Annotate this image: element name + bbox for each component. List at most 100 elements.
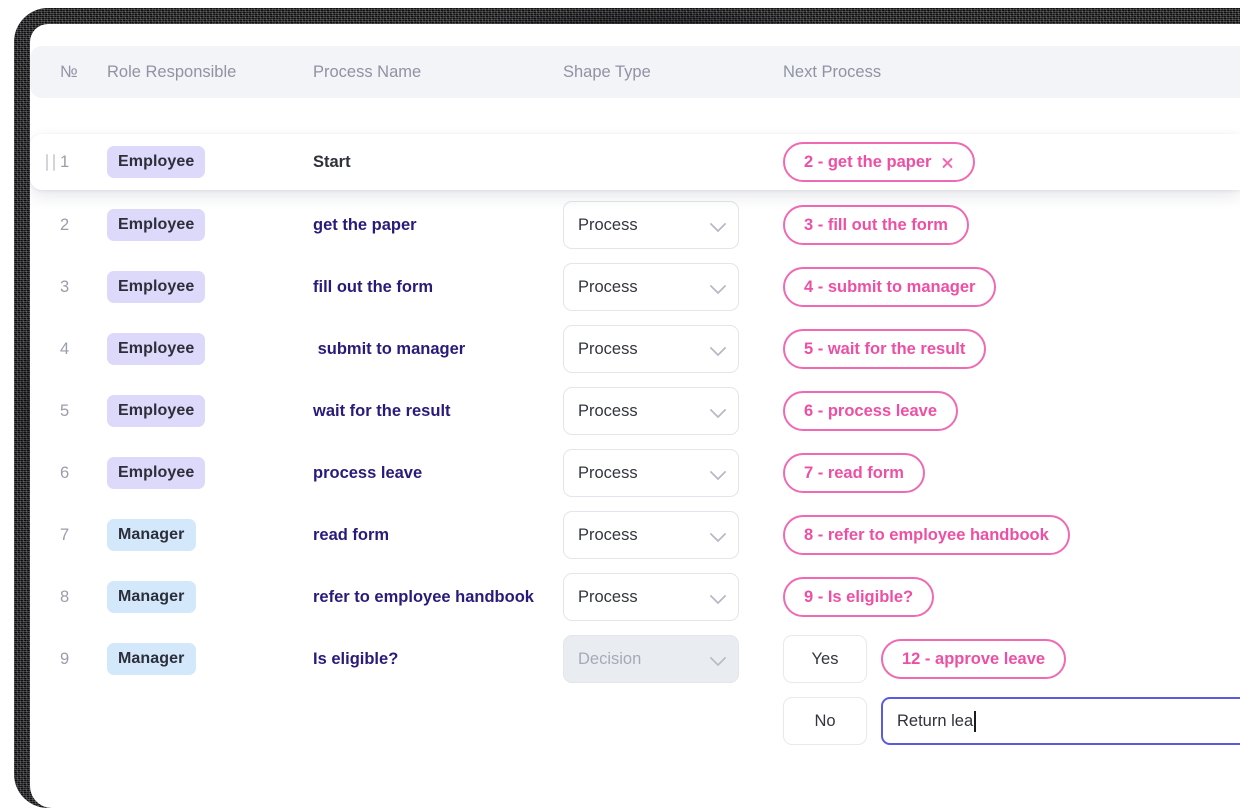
role-badge[interactable]: Employee <box>107 395 205 427</box>
next-process-cell: 9 - Is eligible? <box>783 569 1240 625</box>
yes-next-process-pill[interactable]: 12 - approve leave <box>881 639 1066 679</box>
next-process-cell: 4 - submit to manager <box>783 259 1240 315</box>
process-name[interactable]: get the paper <box>313 216 417 235</box>
next-process-pill[interactable]: 5 - wait for the result <box>783 329 986 369</box>
close-icon[interactable] <box>941 156 954 169</box>
row-number: 7 <box>60 526 69 545</box>
process-table-panel: № Role Responsible Process Name Shape Ty… <box>30 24 1240 764</box>
process-name[interactable]: refer to employee handbook <box>313 588 534 607</box>
next-process-pill[interactable]: 6 - process leave <box>783 391 958 431</box>
next-process-pill[interactable]: 2 - get the paper <box>783 142 975 182</box>
role-cell: Employee <box>107 445 307 501</box>
process-name-cell[interactable]: get the paper <box>313 197 561 253</box>
no-button[interactable]: No <box>783 697 867 745</box>
next-process-label: 4 - submit to manager <box>804 278 975 297</box>
column-header-number[interactable]: № <box>60 46 78 98</box>
table-row[interactable]: 1 Employee Start 2 - get the paper <box>30 134 1240 190</box>
shape-type-select[interactable]: Process <box>563 511 739 559</box>
table-row[interactable]: 4 Employee submit to manager Process 5 - wa… <box>30 321 1240 377</box>
shape-type-select[interactable]: Process <box>563 573 739 621</box>
role-badge[interactable]: Manager <box>107 519 196 551</box>
next-process-label: 7 - read form <box>804 464 904 483</box>
next-process-cell: 2 - get the paper <box>783 134 1240 190</box>
column-header-shape-type[interactable]: Shape Type <box>563 46 651 98</box>
row-number: 5 <box>60 402 69 421</box>
column-header-next-process[interactable]: Next Process <box>783 46 881 98</box>
no-branch-cell: No Return lea <box>783 693 1240 749</box>
row-number: 1 <box>60 153 69 172</box>
table-row[interactable]: 2Employee get the paper Process 3 - fill ou… <box>30 197 1240 253</box>
role-badge[interactable]: Manager <box>107 581 196 613</box>
shape-type-value: Process <box>578 340 638 359</box>
next-process-pill[interactable]: 8 - refer to employee handbook <box>783 515 1070 555</box>
shape-type-cell: Process <box>563 383 779 439</box>
next-process-cell: 3 - fill out the form <box>783 197 1240 253</box>
process-name[interactable]: Start <box>313 153 351 172</box>
shape-type-select[interactable]: Process <box>563 449 739 497</box>
table-header-row: № Role Responsible Process Name Shape Ty… <box>30 46 1240 98</box>
row-number-cell: 3 <box>60 259 108 315</box>
role-badge[interactable]: Employee <box>107 209 205 241</box>
column-header-role[interactable]: Role Responsible <box>107 46 236 98</box>
table-row[interactable]: 6Employee process leave Process 7 - read fo… <box>30 445 1240 501</box>
process-name-cell[interactable]: read form <box>313 507 561 563</box>
table-row[interactable]: 3Employee fill out the form Process 4 - sub… <box>30 259 1240 315</box>
drag-handle-icon[interactable] <box>46 154 55 171</box>
process-name[interactable]: wait for the result <box>313 402 451 421</box>
role-badge[interactable]: Employee <box>107 146 205 178</box>
next-process-pill[interactable]: 9 - Is eligible? <box>783 577 934 617</box>
next-process-label: 6 - process leave <box>804 402 937 421</box>
process-name[interactable]: process leave <box>313 464 422 483</box>
row-number-cell: 2 <box>60 197 108 253</box>
role-cell: Employee <box>107 197 307 253</box>
next-process-cell: 5 - wait for the result <box>783 321 1240 377</box>
shape-type-value: Process <box>578 278 638 297</box>
shape-type-select[interactable]: Process <box>563 201 739 249</box>
role-badge[interactable]: Employee <box>107 333 205 365</box>
process-name[interactable]: fill out the form <box>313 278 433 297</box>
yes-button[interactable]: Yes <box>783 635 867 683</box>
process-name-cell[interactable]: process leave <box>313 445 561 501</box>
role-badge[interactable]: Employee <box>107 457 205 489</box>
decision-branch-yes: Yes 12 - approve leave <box>30 631 1240 687</box>
table-row[interactable]: 8 Manager refer to employee handbook Proces… <box>30 569 1240 625</box>
shape-type-value: Process <box>578 526 638 545</box>
chevron-down-icon <box>710 216 727 233</box>
shape-type-cell: Process <box>563 569 779 625</box>
next-process-pill[interactable]: 3 - fill out the form <box>783 205 969 245</box>
process-name-cell[interactable]: wait for the result <box>313 383 561 439</box>
row-number-cell: 4 <box>60 321 108 377</box>
shape-type-value: Process <box>578 464 638 483</box>
next-process-label: 3 - fill out the form <box>804 216 948 235</box>
row-number: 8 <box>60 588 69 607</box>
next-process-label: 8 - refer to employee handbook <box>804 526 1049 545</box>
shape-type-cell: Process <box>563 259 779 315</box>
role-cell: Employee <box>107 321 307 377</box>
shape-type-select[interactable]: Process <box>563 387 739 435</box>
process-name-cell[interactable]: Start <box>313 134 561 190</box>
role-cell: Manager <box>107 507 307 563</box>
process-name[interactable]: submit to manager <box>313 340 465 359</box>
next-process-pill[interactable]: 7 - read form <box>783 453 925 493</box>
process-name-cell[interactable]: refer to employee handbook <box>313 569 561 625</box>
role-cell: Employee <box>107 383 307 439</box>
next-process-label: 2 - get the paper <box>804 153 931 172</box>
process-name-cell[interactable]: submit to manager <box>313 321 561 377</box>
shape-type-cell <box>563 134 779 190</box>
column-header-process-name[interactable]: Process Name <box>313 46 421 98</box>
process-name[interactable]: read form <box>313 526 389 545</box>
yes-next-process-label: 12 - approve leave <box>902 650 1045 669</box>
shape-type-value: Process <box>578 588 638 607</box>
process-name-cell[interactable]: fill out the form <box>313 259 561 315</box>
row-number: 4 <box>60 340 69 359</box>
no-next-process-input[interactable]: Return lea <box>881 697 1240 745</box>
next-process-pill[interactable]: 4 - submit to manager <box>783 267 996 307</box>
shape-type-select[interactable]: Process <box>563 325 739 373</box>
row-number-cell: 6 <box>60 445 108 501</box>
decision-branch-no: No Return lea <box>30 693 1240 749</box>
role-badge[interactable]: Employee <box>107 271 205 303</box>
table-row[interactable]: 7 Manager read form Process 8 - refer to emp… <box>30 507 1240 563</box>
table-row[interactable]: 5 Employee wait for the result Process 6 - p… <box>30 383 1240 439</box>
shape-type-select[interactable]: Process <box>563 263 739 311</box>
row-number-cell: 5 <box>60 383 108 439</box>
